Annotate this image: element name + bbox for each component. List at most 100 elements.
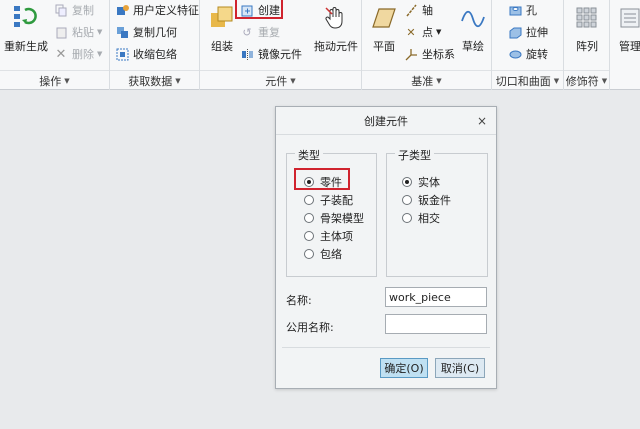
group-cut-surface: 孔 拉伸 旋转 切口和曲面 ▼ xyxy=(492,0,564,90)
chevron-down-icon: ▼ xyxy=(436,76,442,85)
copy-geometry-icon xyxy=(115,25,129,39)
extrude-icon xyxy=(508,25,522,39)
hole-button[interactable]: 孔 xyxy=(508,2,537,18)
repeat-button[interactable]: ↺ 重复 xyxy=(240,24,280,40)
plane-label: 平面 xyxy=(373,40,395,53)
management-label: 管理 xyxy=(619,40,640,53)
name-input[interactable]: work_piece xyxy=(385,287,487,307)
regenerate-button[interactable]: 重新生成 xyxy=(4,4,48,54)
cancel-button[interactable]: 取消(C) xyxy=(435,358,485,378)
shrinkwrap-button[interactable]: 收缩包络 xyxy=(115,46,177,62)
sketch-button[interactable]: 草绘 xyxy=(456,4,490,54)
datum-group-menu[interactable]: 基准 ▼ xyxy=(362,70,491,90)
get-data-group-menu[interactable]: 获取数据 ▼ xyxy=(110,70,199,90)
csys-button[interactable]: 坐标系 xyxy=(404,46,455,62)
point-dropdown-icon: ▼ xyxy=(436,28,442,36)
modifiers-group-menu[interactable]: 修饰符 ▼ xyxy=(564,70,609,90)
mirror-component-button[interactable]: 镜像元件 xyxy=(240,46,302,62)
type-group: 类型 零件 子装配 骨架模型 主体项 包络 xyxy=(286,147,377,277)
hole-label: 孔 xyxy=(526,4,537,17)
axis-button[interactable]: 轴 xyxy=(404,2,433,18)
copy-label: 复制 xyxy=(72,4,94,17)
axis-label: 轴 xyxy=(422,4,433,17)
drag-label: 拖动元件 xyxy=(314,40,358,53)
pattern-button[interactable]: 阵列 xyxy=(568,4,606,54)
type-radio-subassembly[interactable]: 子装配 xyxy=(304,192,353,208)
type-legend: 类型 xyxy=(295,147,323,163)
shrinkwrap-label: 收缩包络 xyxy=(133,48,177,61)
drag-component-button[interactable]: 拖动元件 xyxy=(313,4,359,54)
type-radio-part[interactable]: 零件 xyxy=(304,174,342,190)
pattern-icon xyxy=(573,4,601,32)
sketch-label: 草绘 xyxy=(462,40,484,53)
close-icon[interactable]: × xyxy=(477,114,487,128)
common-name-label: 公用名称: xyxy=(286,321,334,334)
delete-label: 删除 xyxy=(72,48,94,61)
paste-icon xyxy=(54,25,68,39)
copy-button[interactable]: 复制 xyxy=(54,2,94,18)
point-button[interactable]: ✕ 点 ▼ xyxy=(404,24,441,40)
radio-selected-icon xyxy=(402,177,412,187)
cut-surface-footer-label: 切口和曲面 xyxy=(495,74,551,88)
sketch-icon xyxy=(459,4,487,32)
revolve-button[interactable]: 旋转 xyxy=(508,46,548,62)
type-radio-skeleton[interactable]: 骨架模型 xyxy=(304,210,364,226)
axis-icon xyxy=(404,3,418,17)
operations-group-menu[interactable]: 操作 ▼ xyxy=(0,70,109,90)
radio-selected-icon xyxy=(304,177,314,187)
paste-button[interactable]: 粘贴 ▼ xyxy=(54,24,102,40)
component-footer-label: 元件 xyxy=(265,74,288,88)
type-radio-envelope[interactable]: 包络 xyxy=(304,246,342,262)
dialog-divider xyxy=(282,347,490,348)
chevron-down-icon: ▼ xyxy=(175,76,181,85)
name-label: 名称: xyxy=(286,294,312,307)
datum-footer-label: 基准 xyxy=(411,74,434,88)
plane-button[interactable]: 平面 xyxy=(364,4,404,54)
hole-icon xyxy=(508,3,522,17)
extrude-button[interactable]: 拉伸 xyxy=(508,24,548,40)
chevron-down-icon: ▼ xyxy=(601,76,608,85)
copy-geometry-button[interactable]: 复制几何 xyxy=(115,24,177,40)
subtype-sheetmetal-label: 钣金件 xyxy=(418,194,451,207)
type-envelope-label: 包络 xyxy=(320,248,342,261)
pattern-label: 阵列 xyxy=(576,40,598,53)
subtype-radio-sheetmetal[interactable]: 钣金件 xyxy=(402,192,451,208)
subtype-radio-solid[interactable]: 实体 xyxy=(402,174,440,190)
component-group-menu[interactable]: 元件 ▼ xyxy=(200,70,361,90)
radio-icon xyxy=(304,213,314,223)
delete-button[interactable]: ✕ 删除 ▼ xyxy=(54,46,103,62)
operations-footer-label: 操作 xyxy=(39,74,62,88)
create-highlight-box xyxy=(235,0,283,19)
radio-icon xyxy=(304,249,314,259)
group-datum: 平面 轴 ✕ 点 ▼ 坐标系 草绘 基准 ▼ xyxy=(362,0,492,90)
udf-button[interactable]: 用户定义特征 xyxy=(115,2,199,18)
csys-label: 坐标系 xyxy=(422,48,455,61)
radio-icon xyxy=(304,231,314,241)
repeat-label: 重复 xyxy=(258,26,280,39)
subtype-radio-intersect[interactable]: 相交 xyxy=(402,210,440,226)
common-name-input[interactable] xyxy=(385,314,487,334)
cut-surface-group-menu[interactable]: 切口和曲面 ▼ xyxy=(492,70,563,90)
radio-icon xyxy=(304,195,314,205)
copy-icon xyxy=(54,3,68,17)
type-radio-bulk-item[interactable]: 主体项 xyxy=(304,228,353,244)
group-management: 管理 xyxy=(610,0,640,90)
dialog-title: 创建元件 xyxy=(276,107,496,135)
ok-button[interactable]: 确定(O) xyxy=(380,358,428,378)
paste-dropdown-icon: ▼ xyxy=(97,28,103,36)
mirror-icon xyxy=(240,47,254,61)
chevron-down-icon: ▼ xyxy=(290,76,296,85)
type-subassembly-label: 子装配 xyxy=(320,194,353,207)
group-modifiers: 阵列 修饰符 ▼ xyxy=(564,0,610,90)
copy-geometry-label: 复制几何 xyxy=(133,26,177,39)
radio-icon xyxy=(402,195,412,205)
radio-icon xyxy=(402,213,412,223)
delete-icon: ✕ xyxy=(55,46,67,62)
assemble-label: 组装 xyxy=(211,40,233,53)
management-button[interactable]: 管理 xyxy=(612,4,640,54)
hand-icon xyxy=(322,4,350,32)
point-label: 点 xyxy=(422,26,433,39)
shrinkwrap-icon xyxy=(115,47,129,61)
regenerate-icon xyxy=(12,4,40,32)
subtype-solid-label: 实体 xyxy=(418,176,440,189)
